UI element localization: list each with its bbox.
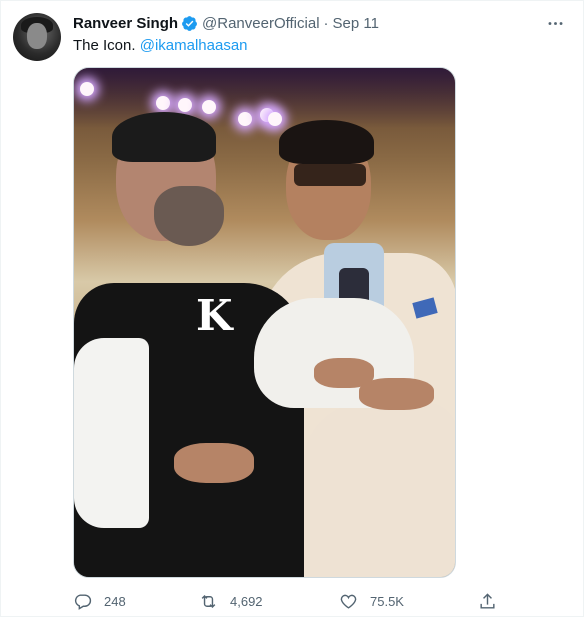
stage-light [156, 96, 170, 110]
person-left-beard [154, 186, 224, 246]
reply-button[interactable]: 248 [73, 589, 126, 613]
tweet-header: Ranveer Singh @RanveerOfficial · Sep 11 [73, 13, 379, 33]
stage-light [238, 112, 252, 126]
tweet-text: The Icon. @ikamalhaasan [73, 37, 248, 54]
retweet-icon [201, 594, 216, 608]
header-separator: · [323, 14, 329, 32]
mention-link[interactable]: @ikamalhaasan [140, 37, 248, 54]
like-button[interactable]: 75.5K [339, 589, 404, 613]
tweet-photo[interactable]: K [73, 67, 456, 578]
tweet-text-main: The Icon. [73, 37, 136, 54]
tweet-card[interactable]: Ranveer Singh @RanveerOfficial · Sep 11 … [0, 0, 584, 617]
jacket-letter: K [196, 291, 233, 340]
person-left-hair [112, 112, 216, 162]
author-name[interactable]: Ranveer Singh [73, 15, 178, 32]
avatar-face [27, 23, 47, 49]
stage-light [268, 112, 282, 126]
retweet-button[interactable]: 4,692 [199, 589, 263, 613]
more-dots-icon[interactable] [543, 11, 567, 35]
person-right-legs [304, 403, 455, 577]
hand [359, 378, 434, 410]
person-right-glasses [294, 164, 366, 186]
stage-light [80, 82, 94, 96]
tweet-date[interactable]: Sep 11 [333, 15, 379, 32]
hand [174, 443, 254, 483]
action-bar: 248 4,692 75.5K [73, 589, 513, 613]
person-right-hair [279, 120, 374, 164]
stage-light [178, 98, 192, 112]
share-icon [480, 592, 495, 609]
stage-light [202, 100, 216, 114]
author-avatar[interactable] [13, 13, 61, 61]
like-count: 75.5K [370, 593, 404, 609]
reply-count: 248 [104, 593, 126, 609]
verified-badge-icon [182, 15, 197, 31]
share-button[interactable] [478, 589, 509, 613]
reply-icon [74, 593, 92, 610]
person-left-sleeve [74, 338, 149, 528]
author-handle[interactable]: @RanveerOfficial [202, 15, 320, 32]
retweet-count: 4,692 [230, 593, 263, 609]
heart-icon [340, 594, 357, 609]
